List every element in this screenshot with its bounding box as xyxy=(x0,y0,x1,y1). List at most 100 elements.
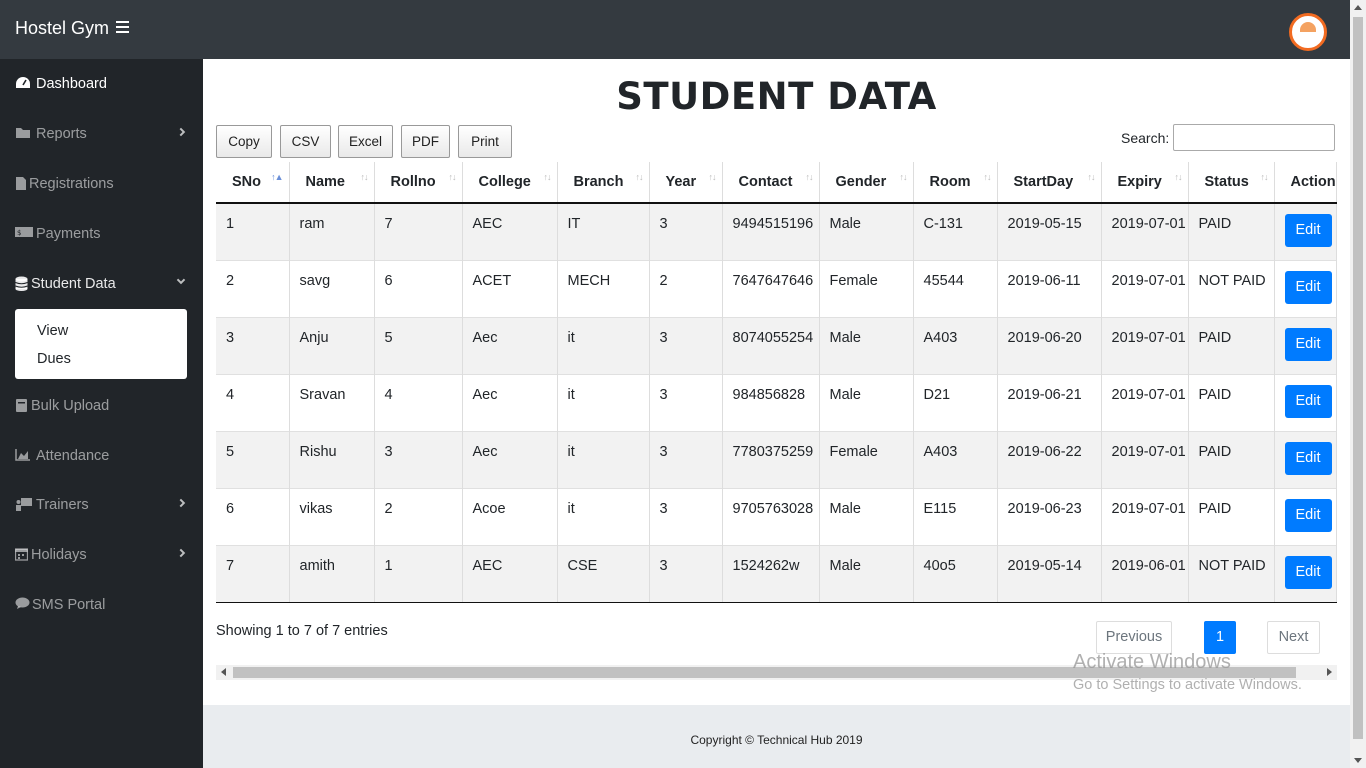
sidebar-item-attendance[interactable]: Attendance xyxy=(0,436,203,476)
cell-action: Edit xyxy=(1274,202,1337,260)
cell-contact: 7647647646 xyxy=(722,259,820,317)
cell-contact: 9494515196 xyxy=(722,202,820,260)
submenu-item-dues[interactable]: Dues xyxy=(37,351,71,367)
cell-sno: 6 xyxy=(216,487,290,545)
sidebar-item-payments[interactable]: $ Payments xyxy=(0,214,203,254)
sort-icon: ↑↓ xyxy=(983,172,992,182)
scrollbar-thumb[interactable] xyxy=(1353,17,1363,739)
cell-room: 45544 xyxy=(913,259,998,317)
table-row: 7 amith 1 AEC CSE 3 1524262w Male 40o5 2019-05-14… xyxy=(216,544,1337,603)
edit-button[interactable]: Edit xyxy=(1284,214,1332,247)
page-1-button[interactable]: 1 xyxy=(1204,621,1236,654)
sort-icon: ↑↓ xyxy=(1087,172,1096,182)
brand-title[interactable]: Hostel Gym xyxy=(15,18,109,39)
cell-gender: Male xyxy=(819,544,914,603)
sidebar-item-reports[interactable]: Reports xyxy=(0,114,203,154)
cell-start: 2019-06-20 xyxy=(997,316,1102,374)
sidebar-item-label: Attendance xyxy=(36,448,110,464)
cell-room: E115 xyxy=(913,487,998,545)
table-row: 6 vikas 2 Acoe it 3 9705763028 Male E115 2019-06-… xyxy=(216,487,1337,545)
tachometer-icon xyxy=(15,76,31,92)
cell-status: PAID xyxy=(1188,373,1275,431)
cell-gender: Male xyxy=(819,316,914,374)
sidebar-item-sms-portal[interactable]: SMS Portal xyxy=(0,585,203,625)
column-header-name[interactable]: Name ↑↓ xyxy=(289,162,375,204)
column-header-room[interactable]: Room ↑↓ xyxy=(913,162,998,204)
sidebar-item-trainers[interactable]: Trainers xyxy=(0,485,203,525)
edit-button[interactable]: Edit xyxy=(1284,555,1332,589)
cell-branch: it xyxy=(557,487,650,545)
edit-button[interactable]: Edit xyxy=(1284,498,1332,532)
sidebar-item-student-data[interactable]: Student Data xyxy=(0,264,203,304)
column-header-contact[interactable]: Contact ↑↓ xyxy=(722,162,820,204)
cell-expiry: 2019-07-01 xyxy=(1101,259,1189,317)
sidebar-item-registrations[interactable]: Registrations xyxy=(0,164,203,204)
next-page-button[interactable]: Next xyxy=(1267,621,1320,654)
column-header-status[interactable]: Status ↑↓ xyxy=(1188,162,1275,204)
edit-button[interactable]: Edit xyxy=(1284,441,1332,475)
edit-button[interactable]: Edit xyxy=(1284,327,1332,361)
cell-college: ACET xyxy=(462,259,558,317)
print-button[interactable]: Print xyxy=(458,125,512,158)
cell-expiry: 2019-07-01 xyxy=(1101,202,1189,260)
cell-start: 2019-06-21 xyxy=(997,373,1102,431)
sort-icon: ↑↓ xyxy=(1174,172,1183,182)
column-header-sno[interactable]: SNo ↑▲ xyxy=(216,162,290,204)
cell-expiry: 2019-07-01 xyxy=(1101,373,1189,431)
submenu-item-view[interactable]: View xyxy=(37,323,68,339)
chevron-down-icon xyxy=(176,275,186,285)
column-header-college[interactable]: College ↑↓ xyxy=(462,162,558,204)
svg-text:$: $ xyxy=(17,229,21,237)
sidebar-item-dashboard[interactable]: Dashboard xyxy=(0,64,203,104)
edit-button[interactable]: Edit xyxy=(1284,384,1332,418)
cell-contact: 984856828 xyxy=(722,373,820,431)
scroll-down-icon[interactable] xyxy=(1354,758,1362,763)
folder-icon xyxy=(15,126,31,142)
cell-college: Aec xyxy=(462,430,558,488)
cell-year: 3 xyxy=(649,316,723,374)
cell-name: Rishu xyxy=(289,430,375,488)
sidebar-item-label: Payments xyxy=(36,226,101,242)
column-header-year[interactable]: Year ↑↓ xyxy=(649,162,723,204)
column-header-startday[interactable]: StartDay ↑↓ xyxy=(997,162,1102,204)
previous-page-button[interactable]: Previous xyxy=(1096,621,1172,654)
scroll-up-icon[interactable] xyxy=(1354,5,1362,10)
copy-button[interactable]: Copy xyxy=(216,125,272,158)
cell-branch: it xyxy=(557,373,650,431)
column-header-gender[interactable]: Gender ↑↓ xyxy=(819,162,914,204)
sidebar-item-bulk-upload[interactable]: Bulk Upload xyxy=(0,386,203,426)
sort-icon: ↑↓ xyxy=(360,172,369,182)
cell-year: 3 xyxy=(649,202,723,260)
cell-gender: Male xyxy=(819,202,914,260)
cell-rollno: 5 xyxy=(374,316,463,374)
user-avatar-logo[interactable] xyxy=(1289,13,1327,51)
cell-action: Edit xyxy=(1274,487,1337,545)
cell-college: Aec xyxy=(462,316,558,374)
scroll-left-icon[interactable] xyxy=(221,668,226,676)
cell-sno: 7 xyxy=(216,544,290,603)
cell-rollno: 6 xyxy=(374,259,463,317)
search-input[interactable] xyxy=(1173,124,1335,151)
column-header-expiry[interactable]: Expiry ↑↓ xyxy=(1101,162,1189,204)
cell-start: 2019-06-22 xyxy=(997,430,1102,488)
vertical-scrollbar[interactable] xyxy=(1350,0,1366,768)
page-title: STUDENT DATA xyxy=(616,75,937,118)
scroll-right-icon[interactable] xyxy=(1327,668,1332,676)
cell-year: 3 xyxy=(649,487,723,545)
money-icon: $ xyxy=(15,226,33,242)
menu-toggle-icon[interactable] xyxy=(116,21,129,36)
cell-gender: Female xyxy=(819,430,914,488)
csv-button[interactable]: CSV xyxy=(280,125,331,158)
excel-button[interactable]: Excel xyxy=(338,125,393,158)
table-row: 3 Anju 5 Aec it 3 8074055254 Male A403 2019-06-20… xyxy=(216,316,1337,374)
cell-room: A403 xyxy=(913,430,998,488)
column-header-branch[interactable]: Branch ↑↓ xyxy=(557,162,650,204)
cell-status: PAID xyxy=(1188,202,1275,260)
cell-status: NOT PAID xyxy=(1188,544,1275,603)
edit-button[interactable]: Edit xyxy=(1284,270,1332,304)
column-header-rollno[interactable]: Rollno ↑↓ xyxy=(374,162,463,204)
pdf-button[interactable]: PDF xyxy=(401,125,450,158)
top-navbar: Hostel Gym xyxy=(0,0,1350,59)
sidebar-item-holidays[interactable]: Holidays xyxy=(0,535,203,575)
table-header-row: SNo ↑▲ Name ↑↓ Rollno ↑↓ College ↑↓ Branch ↑↓… xyxy=(216,162,1337,204)
